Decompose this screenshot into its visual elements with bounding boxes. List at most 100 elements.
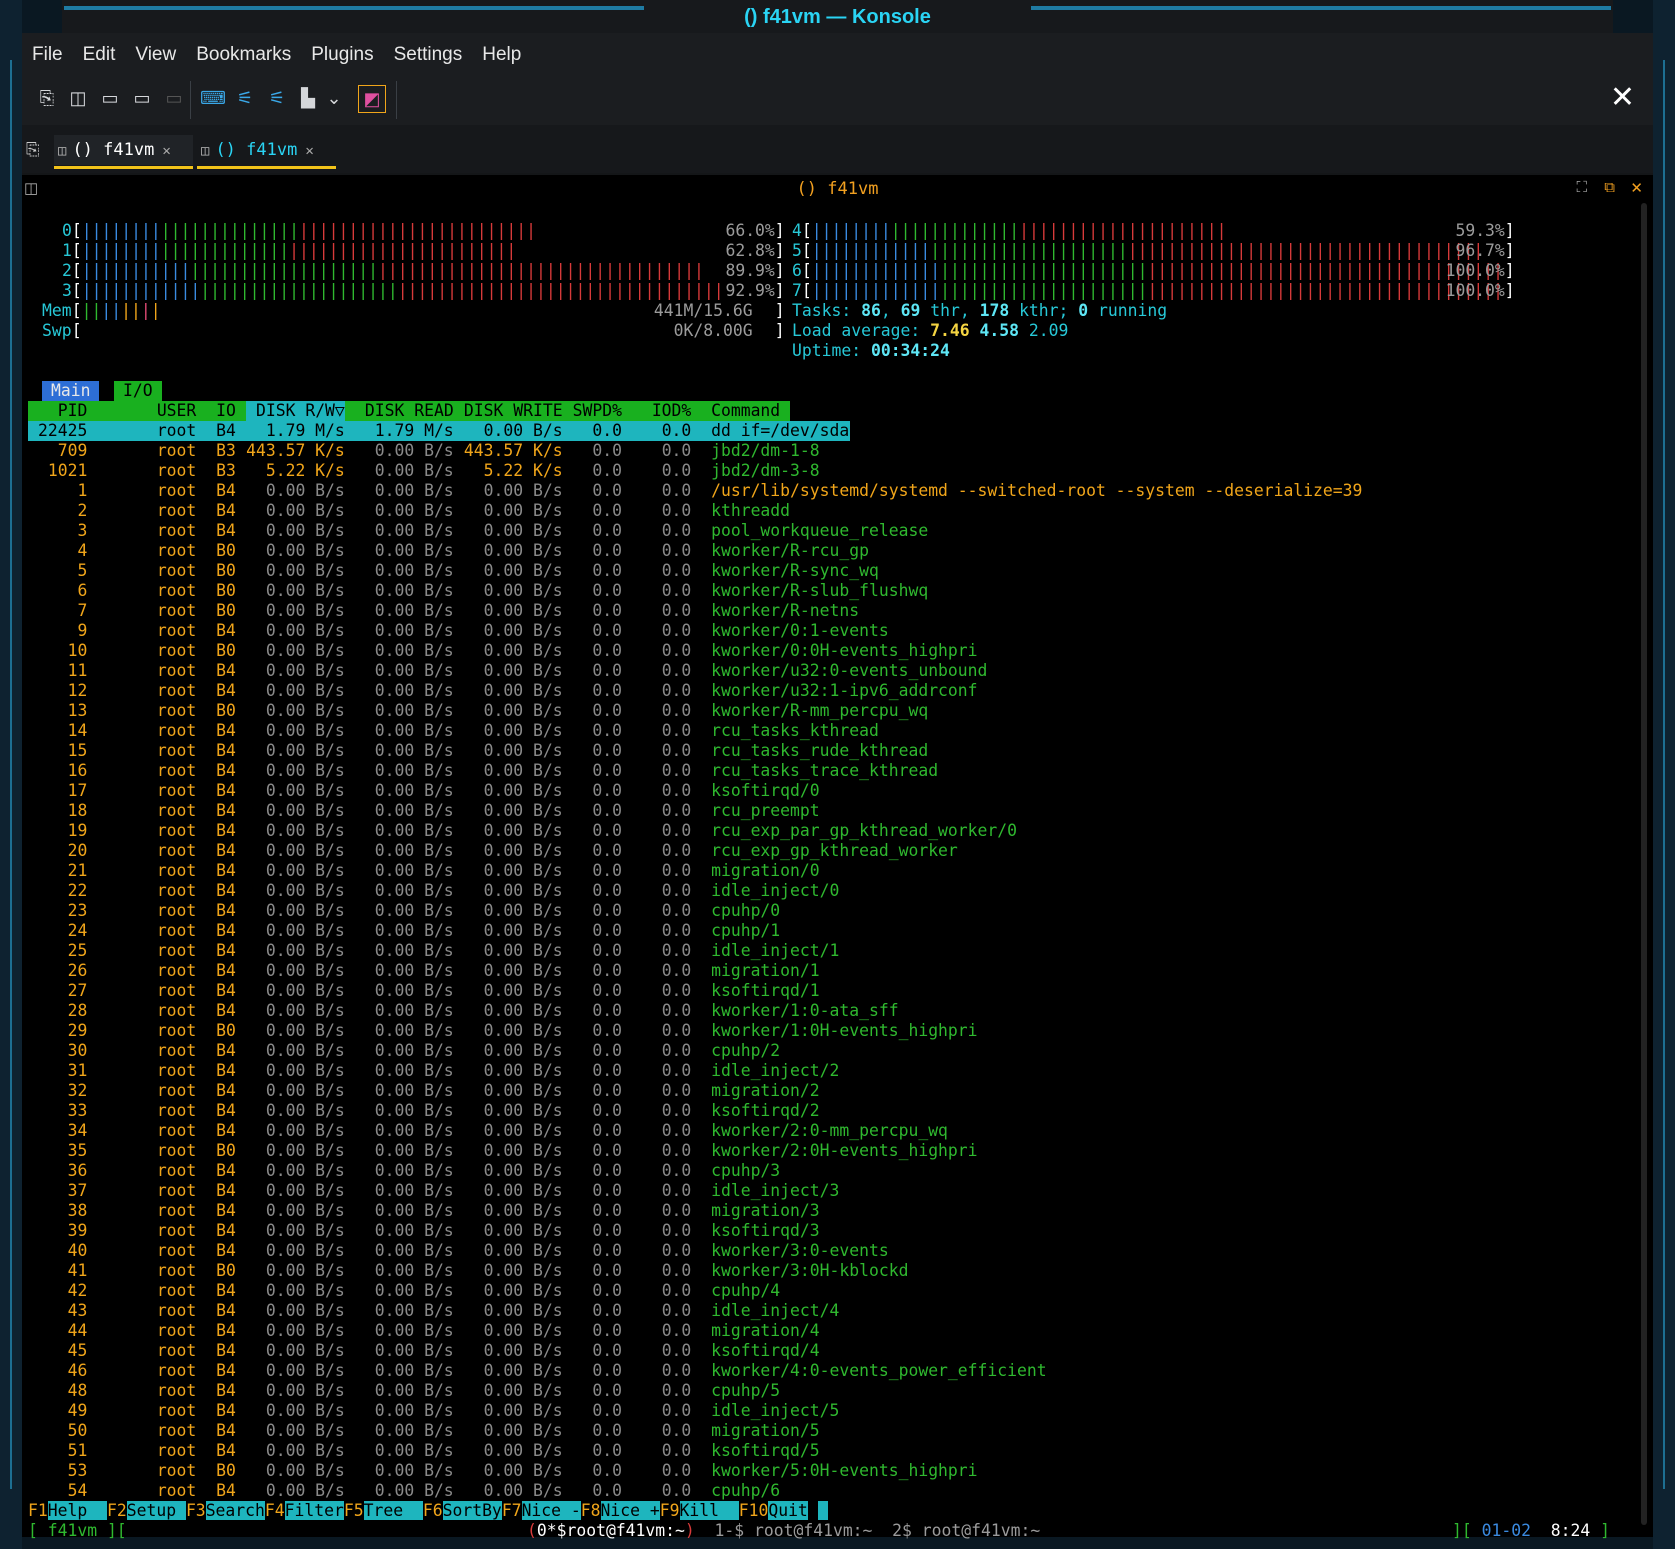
status-window-1[interactable]: 1-$ root@f41vm:~: [715, 1521, 873, 1540]
detach-icon[interactable]: ⧉: [1604, 179, 1615, 196]
menu-edit[interactable]: Edit: [73, 33, 126, 77]
process-row[interactable]: 33 root B4 0.00 B/s 0.00 B/s 0.00 B/s 0.0 0.0 ks…: [28, 1101, 1528, 1121]
column-cmd[interactable]: Command: [711, 401, 780, 421]
process-row[interactable]: 39 root B4 0.00 B/s 0.00 B/s 0.00 B/s 0.0 0.0 ks…: [28, 1221, 1528, 1241]
process-row[interactable]: 49 root B4 0.00 B/s 0.00 B/s 0.00 B/s 0.0 0.0 id…: [28, 1401, 1528, 1421]
column-write[interactable]: DISK WRITE: [464, 401, 563, 421]
maximize-icon[interactable]: ⛶: [1576, 179, 1587, 196]
close-pane-icon[interactable]: ✕: [1630, 179, 1643, 197]
split-view-icon[interactable]: ◫: [65, 85, 91, 111]
process-row[interactable]: 40 root B4 0.00 B/s 0.00 B/s 0.00 B/s 0.0 0.0 kw…: [28, 1241, 1528, 1261]
process-row[interactable]: 26 root B4 0.00 B/s 0.00 B/s 0.00 B/s 0.0 0.0 mi…: [28, 961, 1528, 981]
process-row[interactable]: 10 root B0 0.00 B/s 0.00 B/s 0.00 B/s 0.0 0.0 kw…: [28, 641, 1528, 661]
process-row[interactable]: 48 root B4 0.00 B/s 0.00 B/s 0.00 B/s 0.0 0.0 cp…: [28, 1381, 1528, 1401]
process-row[interactable]: 9 root B4 0.00 B/s 0.00 B/s 0.00 B/s 0.0 0.0 kwo…: [28, 621, 1528, 641]
process-row[interactable]: 1021 root B3 5.22 K/s 0.00 B/s 5.22 K/s 0.0 0.0…: [28, 461, 1528, 481]
process-row[interactable]: 23 root B4 0.00 B/s 0.00 B/s 0.00 B/s 0.0 0.0 cp…: [28, 901, 1528, 921]
process-row[interactable]: 6 root B0 0.00 B/s 0.00 B/s 0.00 B/s 0.0 0.0 kwo…: [28, 581, 1528, 601]
new-tab-icon[interactable]: ⎘: [26, 135, 48, 165]
process-row[interactable]: 36 root B4 0.00 B/s 0.00 B/s 0.00 B/s 0.0 0.0 cp…: [28, 1161, 1528, 1181]
process-row[interactable]: 1 root B4 0.00 B/s 0.00 B/s 0.00 B/s 0.0 0.0/us…: [28, 481, 1528, 501]
process-row[interactable]: 43 root B4 0.00 B/s 0.00 B/s 0.00 B/s 0.0 0.0 id…: [28, 1301, 1528, 1321]
profile-icon[interactable]: ◩: [358, 85, 386, 113]
process-row[interactable]: 709 root B3 443.57 K/s 0.00 B/s 443.57 K/s 0.0…: [28, 441, 1528, 461]
process-row[interactable]: 4 root B0 0.00 B/s 0.00 B/s 0.00 B/s 0.0 0.0 kwo…: [28, 541, 1528, 561]
column-swpd[interactable]: SWPD%: [573, 401, 622, 421]
title-bar[interactable]: () f41vm — Konsole: [62, 0, 1613, 34]
fkey-f1[interactable]: F1Help: [28, 1501, 107, 1520]
fkey-f9[interactable]: F9Kill: [660, 1501, 739, 1520]
menu-bookmarks[interactable]: Bookmarks: [186, 33, 301, 77]
process-row[interactable]: 12 root B4 0.00 B/s 0.00 B/s 0.00 B/s 0.0 0.0 kw…: [28, 681, 1528, 701]
process-row[interactable]: 35 root B0 0.00 B/s 0.00 B/s 0.00 B/s 0.0 0.0 kw…: [28, 1141, 1528, 1161]
process-row[interactable]: 51 root B4 0.00 B/s 0.00 B/s 0.00 B/s 0.0 0.0 ks…: [28, 1441, 1528, 1461]
terminal[interactable]: 0[||||||||||||||||||||||||||||||||||||||…: [22, 203, 1653, 1540]
process-row[interactable]: 22 root B4 0.00 B/s 0.00 B/s 0.00 B/s 0.0 0.0 id…: [28, 881, 1528, 901]
process-row[interactable]: 46 root B4 0.00 B/s 0.00 B/s 0.00 B/s 0.0 0.0 kw…: [28, 1361, 1528, 1381]
process-row[interactable]: 5 root B0 0.00 B/s 0.00 B/s 0.00 B/s 0.0 0.0 kwo…: [28, 561, 1528, 581]
tab-2[interactable]: ◫ () f41vm ✕: [197, 135, 336, 169]
tab-close-icon[interactable]: ✕: [162, 143, 170, 159]
process-row[interactable]: 11 root B4 0.00 B/s 0.00 B/s 0.00 B/s 0.0 0.0 kw…: [28, 661, 1528, 681]
process-row[interactable]: 16 root B4 0.00 B/s 0.00 B/s 0.00 B/s 0.0 0.0 rc…: [28, 761, 1528, 781]
fkey-f3[interactable]: F3Search: [186, 1501, 265, 1520]
process-row[interactable]: 19 root B4 0.00 B/s 0.00 B/s 0.00 B/s 0.0 0.0 rc…: [28, 821, 1528, 841]
process-row[interactable]: 27 root B4 0.00 B/s 0.00 B/s 0.00 B/s 0.0 0.0 ks…: [28, 981, 1528, 1001]
screen-tab-io[interactable]: I/O: [114, 381, 162, 401]
menu-plugins[interactable]: Plugins: [301, 33, 383, 77]
fkey-f4[interactable]: F4Filter: [265, 1501, 344, 1520]
process-row[interactable]: 20 root B4 0.00 B/s 0.00 B/s 0.00 B/s 0.0 0.0 rc…: [28, 841, 1528, 861]
menu-file[interactable]: File: [22, 33, 73, 77]
process-row[interactable]: 15 root B4 0.00 B/s 0.00 B/s 0.00 B/s 0.0 0.0 rc…: [28, 741, 1528, 761]
process-row[interactable]: 2 root B4 0.00 B/s 0.00 B/s 0.00 B/s 0.0 0.0 kth…: [28, 501, 1528, 521]
process-row[interactable]: 28 root B4 0.00 B/s 0.00 B/s 0.00 B/s 0.0 0.0 kw…: [28, 1001, 1528, 1021]
fkey-f5[interactable]: F5Tree: [344, 1501, 423, 1520]
save-icon[interactable]: ▭: [129, 85, 155, 111]
process-row[interactable]: 32 root B4 0.00 B/s 0.00 B/s 0.00 B/s 0.0 0.0 mi…: [28, 1081, 1528, 1101]
process-row[interactable]: 37 root B4 0.00 B/s 0.00 B/s 0.00 B/s 0.0 0.0 id…: [28, 1181, 1528, 1201]
chart-icon[interactable]: ▙: [295, 85, 321, 111]
column-user[interactable]: USER: [97, 401, 196, 421]
fkey-f2[interactable]: F2Setup: [107, 1501, 186, 1520]
process-row[interactable]: 54 root B4 0.00 B/s 0.00 B/s 0.00 B/s 0.0 0.0 cp…: [28, 1481, 1528, 1501]
scrollbar[interactable]: [1639, 203, 1649, 1525]
process-row[interactable]: 41 root B0 0.00 B/s 0.00 B/s 0.00 B/s 0.0 0.0 kw…: [28, 1261, 1528, 1281]
tab-close-icon[interactable]: ✕: [305, 143, 313, 159]
process-row[interactable]: 21 root B4 0.00 B/s 0.00 B/s 0.00 B/s 0.0 0.0 mi…: [28, 861, 1528, 881]
process-row[interactable]: 38 root B4 0.00 B/s 0.00 B/s 0.00 B/s 0.0 0.0 mi…: [28, 1201, 1528, 1221]
status-session[interactable]: (0*$root@f41vm:~): [527, 1521, 695, 1540]
process-row[interactable]: 17 root B4 0.00 B/s 0.00 B/s 0.00 B/s 0.0 0.0 ks…: [28, 781, 1528, 801]
process-row[interactable]: 14 root B4 0.00 B/s 0.00 B/s 0.00 B/s 0.0 0.0 rc…: [28, 721, 1528, 741]
keyboard-icon[interactable]: ⌨: [200, 85, 226, 111]
open-folder-icon[interactable]: ▭: [97, 85, 123, 111]
process-row[interactable]: 3 root B4 0.00 B/s 0.00 B/s 0.00 B/s 0.0 0.0 poo…: [28, 521, 1528, 541]
process-row[interactable]: 45 root B4 0.00 B/s 0.00 B/s 0.00 B/s 0.0 0.0 ks…: [28, 1341, 1528, 1361]
process-row[interactable]: 50 root B4 0.00 B/s 0.00 B/s 0.00 B/s 0.0 0.0 mi…: [28, 1421, 1528, 1441]
close-icon[interactable]: ✕: [1610, 83, 1635, 113]
process-row[interactable]: 42 root B4 0.00 B/s 0.00 B/s 0.00 B/s 0.0 0.0 cp…: [28, 1281, 1528, 1301]
process-row[interactable]: 7 root B0 0.00 B/s 0.00 B/s 0.00 B/s 0.0 0.0 kwo…: [28, 601, 1528, 621]
column-iod[interactable]: IOD%: [642, 401, 691, 421]
fkey-f8[interactable]: F8Nice +: [581, 1501, 660, 1520]
screen-tab-main[interactable]: Main: [42, 381, 100, 401]
sliders-alt-icon[interactable]: ⚟: [264, 85, 290, 111]
status-window-2[interactable]: 2$ root@f41vm:~: [892, 1521, 1040, 1540]
column-rw[interactable]: DISK R/W▽: [245, 401, 345, 421]
process-row[interactable]: 44 root B4 0.00 B/s 0.00 B/s 0.00 B/s 0.0 0.0 mi…: [28, 1321, 1528, 1341]
fkey-f7[interactable]: F7Nice -: [502, 1501, 581, 1520]
process-row[interactable]: 29 root B0 0.00 B/s 0.00 B/s 0.00 B/s 0.0 0.0 kw…: [28, 1021, 1528, 1041]
tab-1[interactable]: ◫ () f41vm ✕: [54, 135, 193, 169]
new-tab-icon[interactable]: ⎘: [34, 85, 60, 111]
process-row[interactable]: 34 root B4 0.00 B/s 0.00 B/s 0.00 B/s 0.0 0.0 kw…: [28, 1121, 1528, 1141]
process-row[interactable]: 25 root B4 0.00 B/s 0.00 B/s 0.00 B/s 0.0 0.0 id…: [28, 941, 1528, 961]
process-row[interactable]: 30 root B4 0.00 B/s 0.00 B/s 0.00 B/s 0.0 0.0 cp…: [28, 1041, 1528, 1061]
chevron-down-icon[interactable]: ⌄: [321, 85, 347, 111]
fkey-f6[interactable]: F6SortBy: [423, 1501, 502, 1520]
menu-settings[interactable]: Settings: [384, 33, 473, 77]
process-row[interactable]: 22425 root B4 1.79 M/s 1.79 M/s 0.00 B/s 0.0 0.…: [28, 421, 850, 441]
column-read[interactable]: DISK READ: [355, 401, 454, 421]
menu-help[interactable]: Help: [472, 33, 531, 77]
process-row[interactable]: 31 root B4 0.00 B/s 0.00 B/s 0.00 B/s 0.0 0.0 id…: [28, 1061, 1528, 1081]
column-pid[interactable]: PID: [28, 401, 88, 421]
process-row[interactable]: 18 root B4 0.00 B/s 0.00 B/s 0.00 B/s 0.0 0.0 rc…: [28, 801, 1528, 821]
